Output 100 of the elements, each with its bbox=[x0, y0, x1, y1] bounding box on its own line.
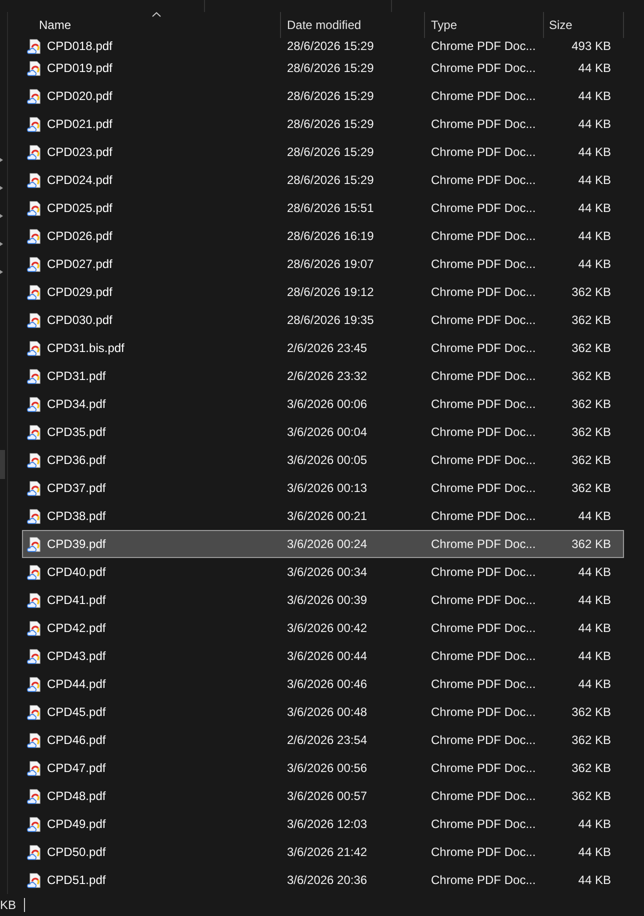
file-size: 44 KB bbox=[577, 509, 612, 523]
file-type: Chrome PDF Doc... bbox=[430, 201, 537, 215]
status-text: KB bbox=[0, 898, 16, 912]
file-type: Chrome PDF Doc... bbox=[430, 817, 537, 831]
file-name: CPD41.pdf bbox=[47, 593, 106, 607]
file-type: Chrome PDF Doc... bbox=[430, 341, 537, 355]
file-size: 44 KB bbox=[577, 677, 612, 691]
file-icon bbox=[27, 368, 41, 384]
file-row[interactable]: CPD018.pdf 28/6/2026 15:29 Chrome PDF Doc... 493 KB bbox=[22, 38, 624, 54]
file-name: CPD37.pdf bbox=[47, 481, 106, 495]
file-icon bbox=[27, 38, 41, 54]
file-icon bbox=[27, 172, 41, 188]
file-size: 44 KB bbox=[577, 229, 612, 243]
file-row[interactable]: CPD40.pdf 3/6/2026 00:34 Chrome PDF Doc... 44 KB bbox=[22, 558, 624, 586]
file-icon bbox=[27, 312, 41, 328]
file-type: Chrome PDF Doc... bbox=[430, 425, 537, 439]
column-header[interactable]: Type bbox=[425, 12, 544, 38]
expand-icon[interactable] bbox=[0, 158, 3, 162]
file-row[interactable]: CPD021.pdf 28/6/2026 15:29 Chrome PDF Doc... 44 KB bbox=[22, 110, 624, 138]
date-modified: 3/6/2026 00:56 bbox=[286, 761, 368, 775]
file-name: CPD023.pdf bbox=[47, 145, 112, 159]
file-row[interactable]: CPD31.bis.pdf 2/6/2026 23:45 Chrome PDF Doc... 362 KB bbox=[22, 334, 624, 362]
file-size: 362 KB bbox=[570, 733, 612, 747]
file-size: 362 KB bbox=[570, 537, 612, 551]
file-size: 362 KB bbox=[570, 369, 612, 383]
file-row[interactable]: CPD025.pdf 28/6/2026 15:51 Chrome PDF Doc... 44 KB bbox=[22, 194, 624, 222]
file-row[interactable]: CPD47.pdf 3/6/2026 00:56 Chrome PDF Doc... 362 KB bbox=[22, 754, 624, 782]
file-row[interactable]: CPD026.pdf 28/6/2026 16:19 Chrome PDF Doc... 44 KB bbox=[22, 222, 624, 250]
file-row[interactable]: CPD36.pdf 3/6/2026 00:05 Chrome PDF Doc... 362 KB bbox=[22, 446, 624, 474]
file-row[interactable]: CPD029.pdf 28/6/2026 19:12 Chrome PDF Doc... 362 KB bbox=[22, 278, 624, 306]
file-name: CPD46.pdf bbox=[47, 733, 106, 747]
file-name: CPD36.pdf bbox=[47, 453, 106, 467]
file-icon bbox=[27, 284, 41, 300]
scrollbar-thumb[interactable] bbox=[0, 450, 5, 479]
file-name: CPD51.pdf bbox=[47, 873, 106, 887]
column-header[interactable]: Size bbox=[544, 12, 624, 38]
file-name: CPD34.pdf bbox=[47, 397, 106, 411]
file-icon bbox=[27, 396, 41, 412]
file-row[interactable]: CPD51.pdf 3/6/2026 20:36 Chrome PDF Doc... 44 KB bbox=[22, 866, 624, 894]
file-row[interactable]: CPD024.pdf 28/6/2026 15:29 Chrome PDF Doc... 44 KB bbox=[22, 166, 624, 194]
file-name: CPD35.pdf bbox=[47, 425, 106, 439]
file-row[interactable]: CPD50.pdf 3/6/2026 21:42 Chrome PDF Doc... 44 KB bbox=[22, 838, 624, 866]
date-modified: 3/6/2026 00:39 bbox=[286, 593, 368, 607]
file-row[interactable]: CPD37.pdf 3/6/2026 00:13 Chrome PDF Doc... 362 KB bbox=[22, 474, 624, 502]
file-row[interactable]: CPD38.pdf 3/6/2026 00:21 Chrome PDF Doc... 44 KB bbox=[22, 502, 624, 530]
file-icon bbox=[27, 116, 41, 132]
file-row[interactable]: CPD49.pdf 3/6/2026 12:03 Chrome PDF Doc... 44 KB bbox=[22, 810, 624, 838]
file-size: 44 KB bbox=[577, 565, 612, 579]
file-row[interactable]: CPD42.pdf 3/6/2026 00:42 Chrome PDF Doc... 44 KB bbox=[22, 614, 624, 642]
date-modified: 3/6/2026 21:42 bbox=[286, 845, 368, 859]
file-size: 493 KB bbox=[570, 39, 612, 53]
file-row[interactable]: CPD41.pdf 3/6/2026 00:39 Chrome PDF Doc... 44 KB bbox=[22, 586, 624, 614]
sort-ascending-icon bbox=[152, 12, 161, 17]
date-modified: 3/6/2026 00:57 bbox=[286, 789, 368, 803]
file-icon bbox=[27, 200, 41, 216]
file-icon bbox=[27, 536, 41, 552]
file-size: 44 KB bbox=[577, 817, 612, 831]
date-modified: 3/6/2026 00:42 bbox=[286, 621, 368, 635]
column-header[interactable]: Date modified bbox=[281, 12, 425, 38]
file-size: 44 KB bbox=[577, 845, 612, 859]
file-row[interactable]: CPD027.pdf 28/6/2026 19:07 Chrome PDF Doc... 44 KB bbox=[22, 250, 624, 278]
file-name: CPD40.pdf bbox=[47, 565, 106, 579]
file-row[interactable]: CPD44.pdf 3/6/2026 00:46 Chrome PDF Doc... 44 KB bbox=[22, 670, 624, 698]
date-modified: 28/6/2026 19:12 bbox=[286, 285, 375, 299]
date-modified: 3/6/2026 20:36 bbox=[286, 873, 368, 887]
file-size: 362 KB bbox=[570, 453, 612, 467]
file-icon bbox=[27, 788, 41, 804]
file-icon bbox=[27, 732, 41, 748]
date-modified: 3/6/2026 00:46 bbox=[286, 677, 368, 691]
file-size: 362 KB bbox=[570, 425, 612, 439]
file-row[interactable]: CPD43.pdf 3/6/2026 00:44 Chrome PDF Doc... 44 KB bbox=[22, 642, 624, 670]
file-row[interactable]: CPD34.pdf 3/6/2026 00:06 Chrome PDF Doc... 362 KB bbox=[22, 390, 624, 418]
file-row[interactable]: CPD35.pdf 3/6/2026 00:04 Chrome PDF Doc... 362 KB bbox=[22, 418, 624, 446]
file-size: 44 KB bbox=[577, 61, 612, 75]
file-size: 362 KB bbox=[570, 285, 612, 299]
file-row[interactable]: CPD023.pdf 28/6/2026 15:29 Chrome PDF Doc... 44 KB bbox=[22, 138, 624, 166]
file-size: 362 KB bbox=[570, 481, 612, 495]
file-name: CPD019.pdf bbox=[47, 61, 112, 75]
expand-icon[interactable] bbox=[0, 270, 3, 274]
file-size: 362 KB bbox=[570, 341, 612, 355]
file-type: Chrome PDF Doc... bbox=[430, 593, 537, 607]
file-row[interactable]: CPD31.pdf 2/6/2026 23:32 Chrome PDF Doc... 362 KB bbox=[22, 362, 624, 390]
file-row[interactable]: CPD020.pdf 28/6/2026 15:29 Chrome PDF Doc... 44 KB bbox=[22, 82, 624, 110]
file-size: 44 KB bbox=[577, 145, 612, 159]
file-size: 362 KB bbox=[570, 313, 612, 327]
file-row[interactable]: CPD019.pdf 28/6/2026 15:29 Chrome PDF Doc... 44 KB bbox=[22, 54, 624, 82]
file-icon bbox=[27, 60, 41, 76]
file-row[interactable]: CPD030.pdf 28/6/2026 19:35 Chrome PDF Doc... 362 KB bbox=[22, 306, 624, 334]
date-modified: 28/6/2026 19:07 bbox=[286, 257, 375, 271]
file-row[interactable]: CPD46.pdf 2/6/2026 23:54 Chrome PDF Doc... 362 KB bbox=[22, 726, 624, 754]
file-row[interactable]: CPD45.pdf 3/6/2026 00:48 Chrome PDF Doc... 362 KB bbox=[22, 698, 624, 726]
file-row[interactable]: CPD48.pdf 3/6/2026 00:57 Chrome PDF Doc... 362 KB bbox=[22, 782, 624, 810]
column-header[interactable]: Name bbox=[22, 12, 281, 38]
expand-icon[interactable] bbox=[0, 214, 3, 218]
file-name: CPD49.pdf bbox=[47, 817, 106, 831]
expand-icon[interactable] bbox=[0, 186, 3, 190]
file-type: Chrome PDF Doc... bbox=[430, 453, 537, 467]
file-type: Chrome PDF Doc... bbox=[430, 873, 537, 887]
expand-icon[interactable] bbox=[0, 242, 3, 246]
file-row[interactable]: CPD39.pdf 3/6/2026 00:24 Chrome PDF Doc... 362 KB bbox=[22, 530, 624, 558]
